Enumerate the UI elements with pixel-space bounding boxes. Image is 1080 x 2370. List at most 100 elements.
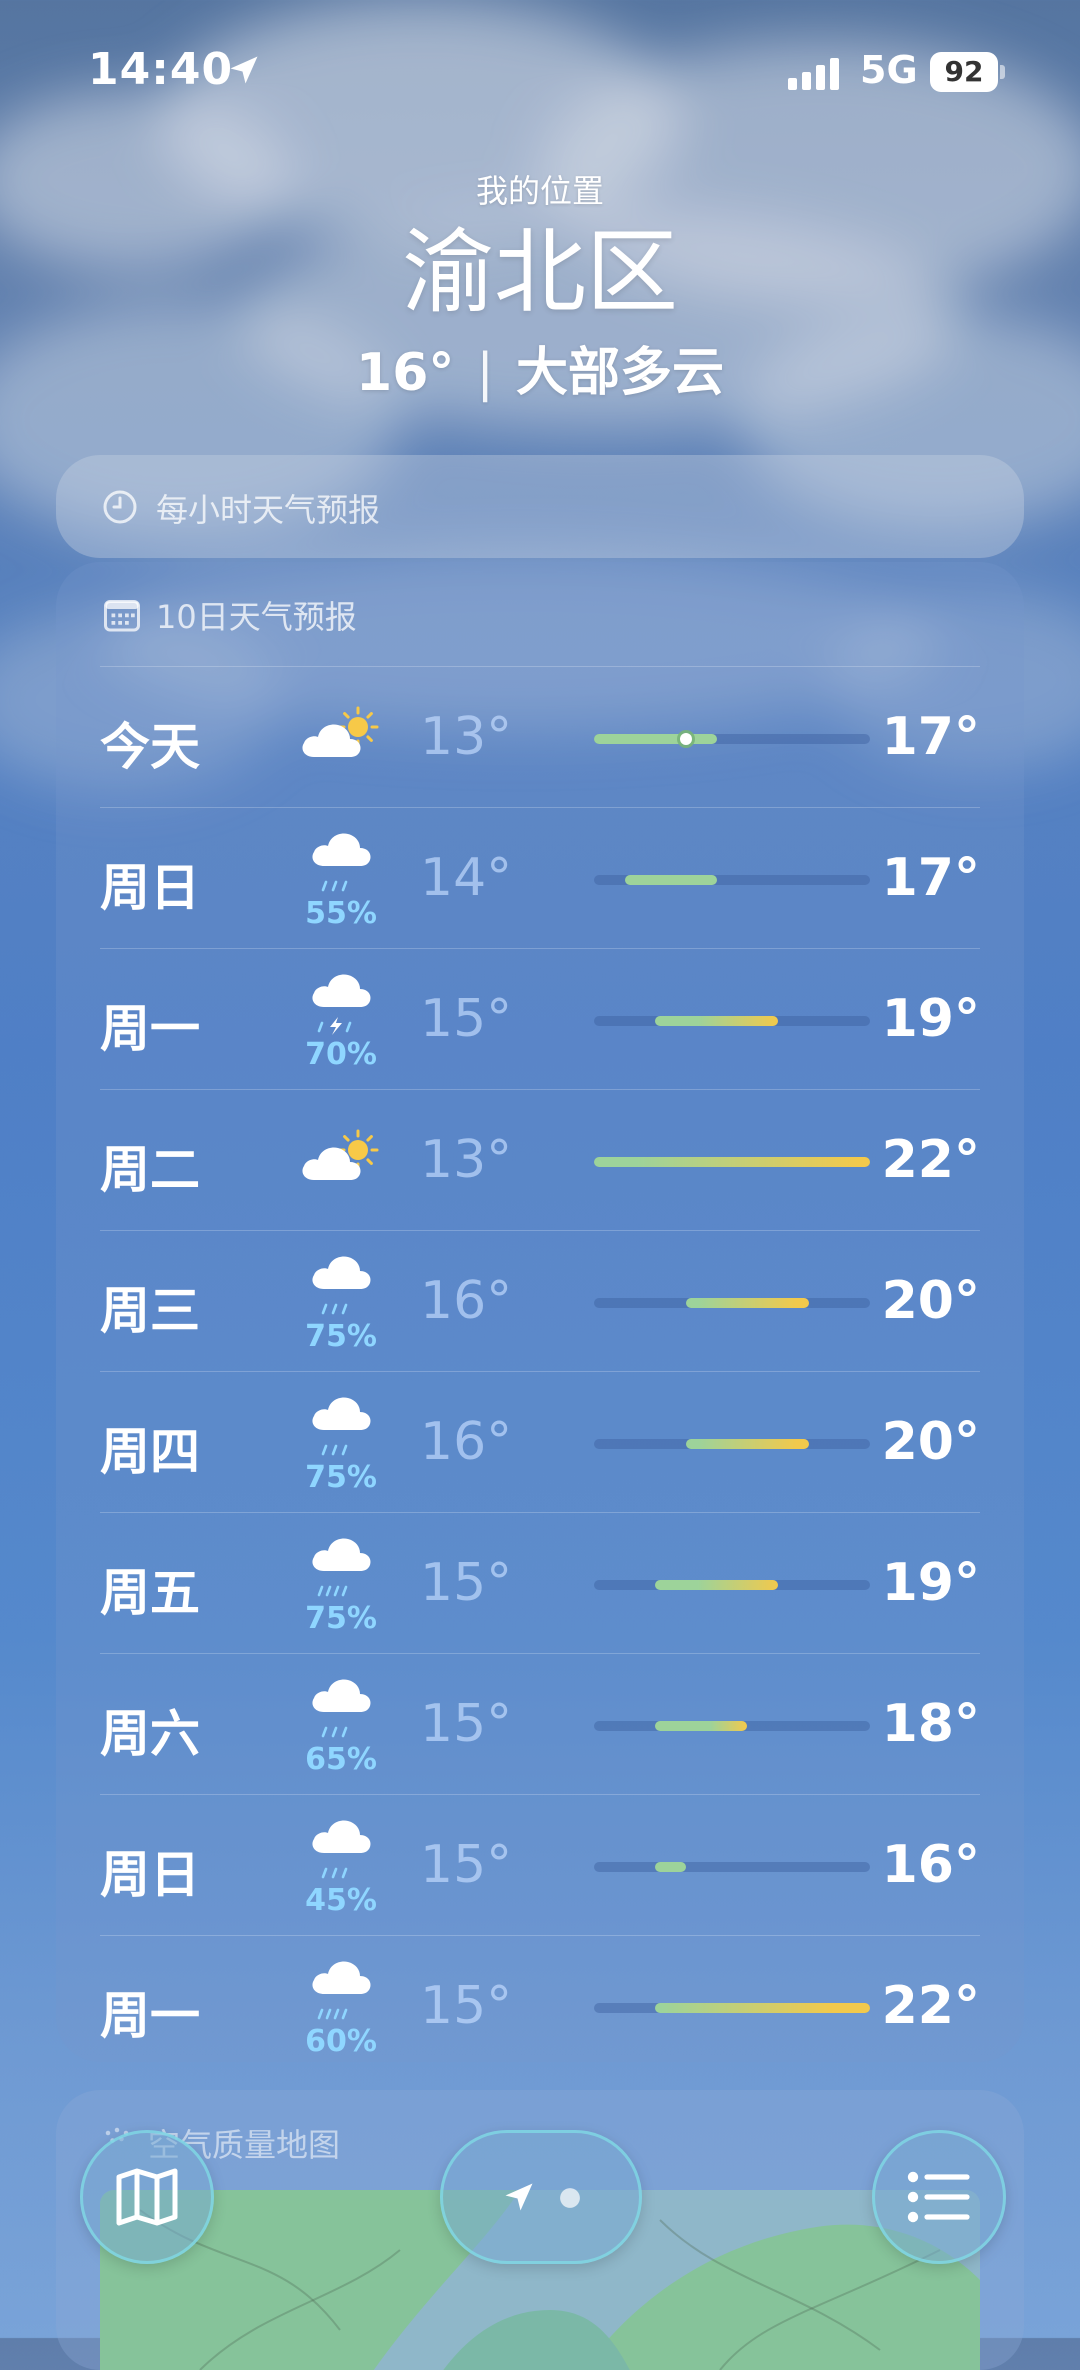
low-temperature: 16° xyxy=(420,1412,513,1472)
forecast-row[interactable]: 周日 55% 14° 17° xyxy=(100,807,980,948)
city-name: 渝北区 xyxy=(401,219,678,326)
low-temperature: 14° xyxy=(420,848,513,908)
day-label: 周日 xyxy=(100,859,200,917)
low-temperature: 15° xyxy=(420,989,513,1049)
high-temperature: 17° xyxy=(881,707,980,767)
current-temperature: 16° xyxy=(356,343,455,403)
forecast-row[interactable]: 周四 75% 16° 20° xyxy=(100,1371,980,1512)
low-temperature: 15° xyxy=(420,1835,513,1895)
day-label: 周一 xyxy=(100,1000,200,1058)
temperature-range-bar xyxy=(594,875,870,885)
current-temperature-dot xyxy=(680,733,692,745)
page-dot-icon xyxy=(560,2188,580,2208)
high-temperature: 20° xyxy=(881,1271,980,1331)
forecast-row[interactable]: 周一 60% 15° 22° xyxy=(100,1935,980,2076)
hourly-forecast-card[interactable]: 每小时天气预报 xyxy=(56,455,1024,558)
temperature-range-fill xyxy=(655,2003,870,2013)
condition-text: 大部多云 xyxy=(515,343,724,403)
high-temperature: 19° xyxy=(881,1553,980,1613)
low-temperature: 13° xyxy=(420,1130,513,1190)
low-temperature: 16° xyxy=(420,1271,513,1331)
temperature-range-fill xyxy=(624,875,717,885)
temperature-range-bar xyxy=(594,1016,870,1026)
cellular-signal-icon xyxy=(788,58,839,90)
temperature-range-bar xyxy=(594,1862,870,1872)
day-label: 周五 xyxy=(100,1564,200,1622)
high-temperature: 22° xyxy=(881,1976,980,2036)
map-icon xyxy=(116,2168,178,2226)
location-page-icon xyxy=(505,2183,533,2211)
precipitation-chance: 55% xyxy=(305,896,377,931)
location-page-indicator[interactable] xyxy=(440,2130,642,2264)
location-arrow-icon xyxy=(230,56,258,84)
low-temperature: 15° xyxy=(420,1976,513,2036)
day-label: 周六 xyxy=(100,1705,200,1763)
separator: | xyxy=(476,343,494,403)
day-label: 今天 xyxy=(100,718,200,776)
heavy-rain-icon xyxy=(312,1961,371,2020)
low-temperature: 15° xyxy=(420,1694,513,1754)
precipitation-chance: 60% xyxy=(305,2024,377,2059)
low-temperature: 15° xyxy=(420,1553,513,1613)
city-list-button[interactable] xyxy=(872,2130,1006,2264)
low-temperature: 13° xyxy=(420,707,513,767)
precipitation-chance: 75% xyxy=(305,1460,377,1495)
temperature-range-fill xyxy=(655,1862,686,1872)
clock-icon xyxy=(103,490,137,524)
rain-cloud-icon xyxy=(312,1820,371,1879)
heavy-rain-icon xyxy=(312,1538,371,1597)
high-temperature: 16° xyxy=(881,1835,980,1895)
precipitation-chance: 75% xyxy=(305,1319,377,1354)
precipitation-chance: 65% xyxy=(305,1742,377,1777)
day-label: 周二 xyxy=(100,1141,200,1199)
temperature-range-bar xyxy=(594,2003,870,2013)
temperature-range-fill xyxy=(686,1439,809,1449)
rain-cloud-icon xyxy=(312,833,371,892)
forecast-rows: 今天 13° 17° 周日 55% 14° 17° 周一 70% 15° 19° 周二 13° 22° 周三… xyxy=(100,666,980,2076)
battery-icon: 92 xyxy=(930,52,1005,92)
forecast-row[interactable]: 周二 13° 22° xyxy=(100,1089,980,1230)
forecast-row[interactable]: 周日 45% 15° 16° xyxy=(100,1794,980,1935)
map-button[interactable] xyxy=(80,2130,214,2264)
rain-cloud-icon xyxy=(312,1256,371,1315)
high-temperature: 19° xyxy=(881,989,980,1049)
temperature-range-fill xyxy=(594,1157,870,1167)
status-time: 14:40 xyxy=(88,44,234,95)
temperature-range-bar xyxy=(594,1439,870,1449)
day-label: 周三 xyxy=(100,1282,200,1340)
forecast-row[interactable]: 今天 13° 17° xyxy=(100,666,980,807)
day-label: 周四 xyxy=(100,1423,200,1481)
precipitation-chance: 75% xyxy=(305,1601,377,1636)
temperature-range-bar xyxy=(594,1298,870,1308)
high-temperature: 20° xyxy=(881,1412,980,1472)
temperature-range-bar xyxy=(594,1157,870,1167)
temperature-range-bar xyxy=(594,1580,870,1590)
ten-day-title: 10日天气预报 xyxy=(156,598,357,636)
temperature-range-fill xyxy=(686,1298,809,1308)
forecast-row[interactable]: 周三 75% 16° 20° xyxy=(100,1230,980,1371)
calendar-icon xyxy=(104,600,140,632)
status-bar: 14:40 5G 92 xyxy=(0,0,1080,130)
forecast-row[interactable]: 周五 75% 15° 19° xyxy=(100,1512,980,1653)
high-temperature: 22° xyxy=(881,1130,980,1190)
day-label: 周一 xyxy=(100,1987,200,2045)
list-icon xyxy=(907,2171,970,2223)
hourly-forecast-title: 每小时天气预报 xyxy=(156,491,381,529)
forecast-row[interactable]: 周六 65% 15° 18° xyxy=(100,1653,980,1794)
temperature-range-fill xyxy=(655,1580,778,1590)
rain-cloud-icon xyxy=(312,1679,371,1738)
high-temperature: 17° xyxy=(881,848,980,908)
network-type: 5G xyxy=(860,48,918,92)
partly-sunny-icon xyxy=(302,1129,379,1180)
day-label: 周日 xyxy=(100,1846,200,1904)
battery-level: 92 xyxy=(930,52,998,92)
ten-day-forecast-card[interactable]: 10日天气预报 今天 13° 17° 周日 55% 14° 17° 周一 70% 15° 19° 周二… xyxy=(56,562,1024,2062)
temperature-range-fill xyxy=(594,734,717,744)
temperature-range-fill xyxy=(655,1016,778,1026)
ten-day-header: 10日天气预报 xyxy=(56,562,1024,666)
temperature-range-bar xyxy=(594,733,870,745)
forecast-row[interactable]: 周一 70% 15° 19° xyxy=(100,948,980,1089)
precipitation-chance: 45% xyxy=(305,1883,377,1918)
precipitation-chance: 70% xyxy=(305,1037,377,1072)
temperature-range-bar xyxy=(594,1721,870,1731)
